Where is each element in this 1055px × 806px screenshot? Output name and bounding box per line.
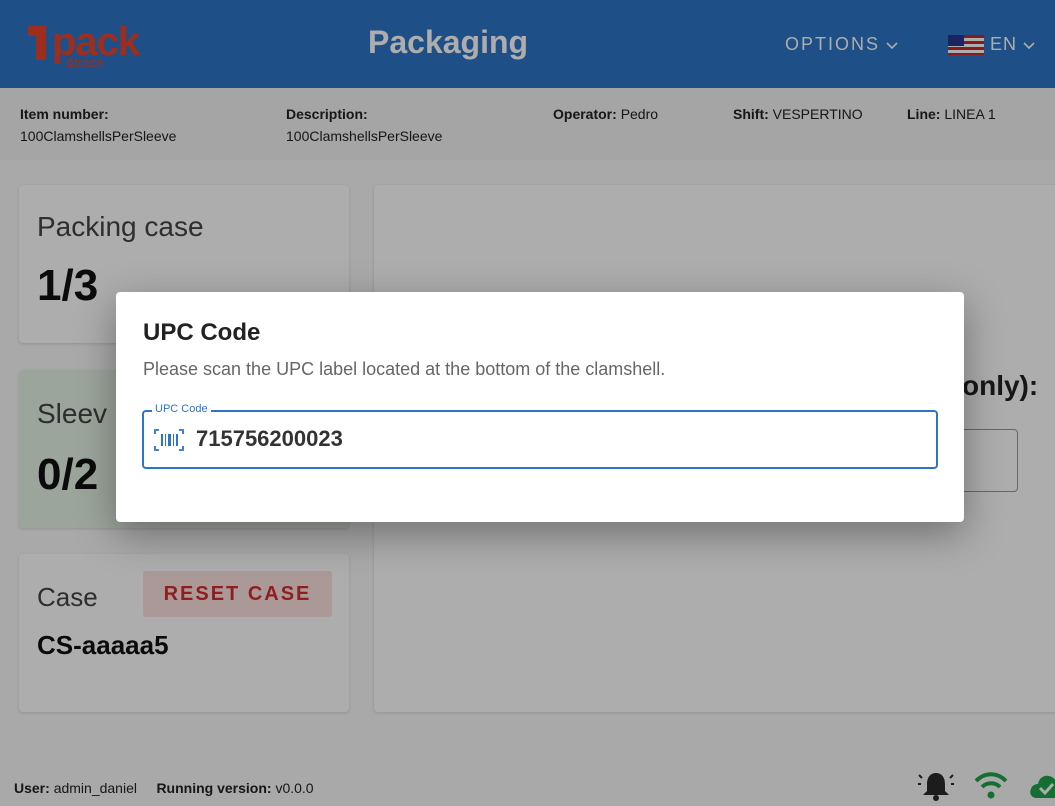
- barcode-scan-icon: [154, 429, 184, 456]
- dialog-title: UPC Code: [143, 319, 261, 346]
- upc-code-field-label: UPC Code: [152, 403, 211, 415]
- upc-code-field[interactable]: UPC Code: [142, 403, 938, 469]
- upc-code-dialog: UPC Code Please scan the UPC label locat…: [116, 292, 964, 522]
- upc-code-input[interactable]: [196, 426, 896, 452]
- dialog-message: Please scan the UPC label located at the…: [143, 359, 666, 379]
